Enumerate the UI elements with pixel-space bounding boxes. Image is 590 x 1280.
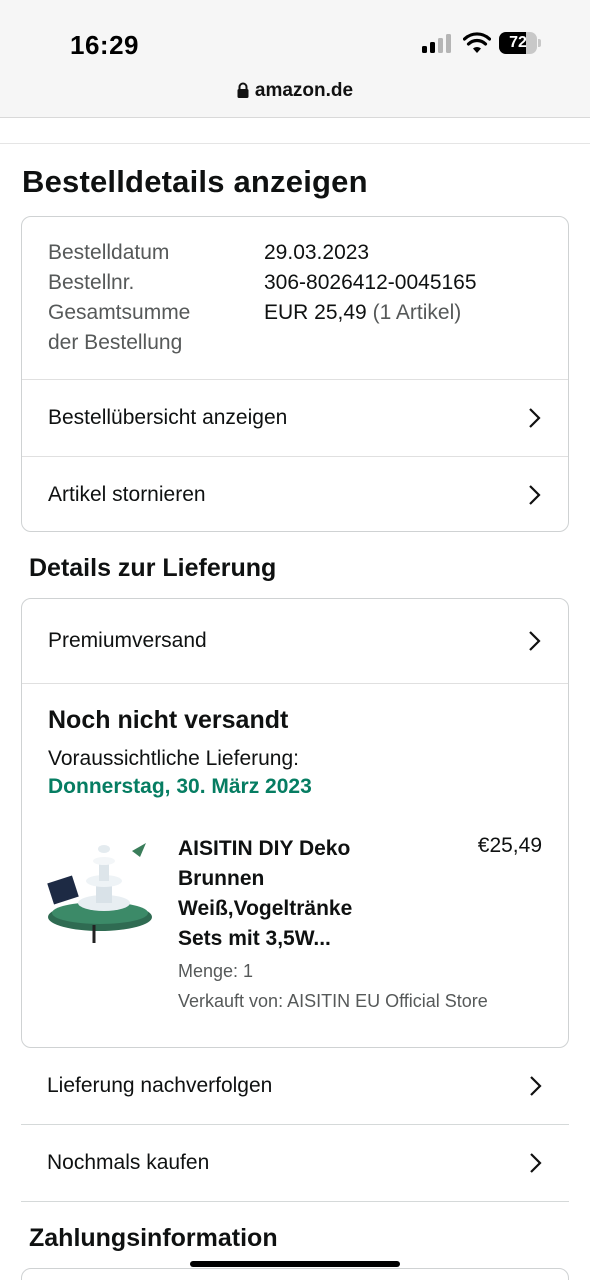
eta-label: Voraussichtliche Lieferung:	[48, 747, 299, 770]
order-date-label: Bestelldatum	[48, 241, 170, 264]
chevron-right-icon	[529, 484, 541, 505]
product-quantity: Menge: 1	[178, 961, 254, 981]
order-total-value: EUR 25,49 (1 Artikel)	[264, 298, 461, 358]
status-time: 16:29	[70, 30, 139, 60]
order-number-value: 306-8026412-0045165	[264, 271, 477, 294]
product-title-link[interactable]: AISITIN DIY Deko Brunnen Weiß,Vogeltränk…	[178, 834, 388, 954]
browser-chrome: 16:29 72 amazon.de	[0, 0, 590, 118]
order-number-label: Bestellnr.	[48, 271, 135, 294]
wifi-icon	[463, 32, 491, 53]
order-summary-info: Bestelldatum 29.03.2023 Bestellnr. 306-8…	[22, 217, 568, 379]
order-item[interactable]: AISITIN DIY Deko Brunnen Weiß,Vogeltränk…	[22, 799, 568, 1029]
product-price: €25,49	[477, 834, 542, 857]
track-delivery-row[interactable]: Lieferung nachverfolgen	[21, 1048, 569, 1125]
chevron-right-icon	[530, 1076, 542, 1096]
battery-icon: 72	[499, 32, 541, 54]
battery-level: 72	[509, 34, 527, 51]
delivery-section-title: Details zur Lieferung	[29, 554, 277, 582]
shipment-status-title: Noch nicht versandt	[48, 706, 289, 734]
track-delivery-label: Lieferung nachverfolgen	[47, 1074, 273, 1097]
address-bar[interactable]: amazon.de	[0, 80, 590, 102]
cancel-items-row[interactable]: Artikel stornieren	[22, 456, 568, 532]
scrolled-header-remnant	[0, 119, 590, 144]
chevron-right-icon	[530, 1153, 542, 1173]
order-total-row: Gesamtsumme der Bestellung EUR 25,49 (1 …	[48, 298, 542, 358]
url-domain: amazon.de	[254, 80, 354, 101]
view-order-summary-row[interactable]: Bestellübersicht anzeigen	[22, 379, 568, 456]
delivery-card: Premiumversand Noch nicht versandt Vorau…	[21, 598, 569, 1048]
shipment-block: Noch nicht versandt Voraussichtliche Lie…	[22, 683, 568, 1029]
order-date-value: 29.03.2023	[264, 241, 370, 264]
payment-section-title: Zahlungsinformation	[29, 1224, 278, 1252]
order-summary-card: Bestelldatum 29.03.2023 Bestellnr. 306-8…	[21, 216, 569, 532]
home-indicator[interactable]	[190, 1261, 400, 1267]
order-total-label: Gesamtsumme der Bestellung	[48, 298, 264, 358]
shipping-method-label: Premiumversand	[48, 629, 207, 652]
order-details-page: Bestelldetails anzeigen Bestelldatum 29.…	[0, 119, 590, 1252]
chevron-right-icon	[529, 408, 541, 428]
shipment-status: Noch nicht versandt Voraussichtliche Lie…	[22, 684, 568, 799]
buy-again-label: Nochmals kaufen	[47, 1151, 210, 1174]
product-seller: Verkauft von: AISITIN EU Official Store	[178, 991, 488, 1011]
order-total-label-line2: der Bestellung	[48, 331, 183, 354]
eta-date: Donnerstag, 30. März 2023	[48, 775, 312, 798]
cellular-signal-icon	[422, 33, 454, 53]
delivery-actions-list: Lieferung nachverfolgen Nochmals kaufen	[21, 1048, 569, 1202]
payment-card-peek	[21, 1268, 569, 1280]
product-image[interactable]	[46, 839, 156, 949]
order-number-row: Bestellnr. 306-8026412-0045165	[48, 268, 542, 298]
order-total-label-line1: Gesamtsumme	[48, 301, 191, 324]
order-total-amount: EUR 25,49	[264, 301, 367, 324]
page-title: Bestelldetails anzeigen	[22, 164, 368, 199]
order-date-row: Bestelldatum 29.03.2023	[48, 238, 542, 268]
shipping-method-row[interactable]: Premiumversand	[22, 599, 568, 683]
view-order-summary-label: Bestellübersicht anzeigen	[48, 406, 288, 429]
chevron-right-icon	[529, 631, 541, 651]
order-total-item-count: (1 Artikel)	[372, 301, 462, 324]
lock-icon	[237, 82, 249, 98]
buy-again-row[interactable]: Nochmals kaufen	[21, 1125, 569, 1202]
cancel-items-label: Artikel stornieren	[48, 482, 206, 506]
